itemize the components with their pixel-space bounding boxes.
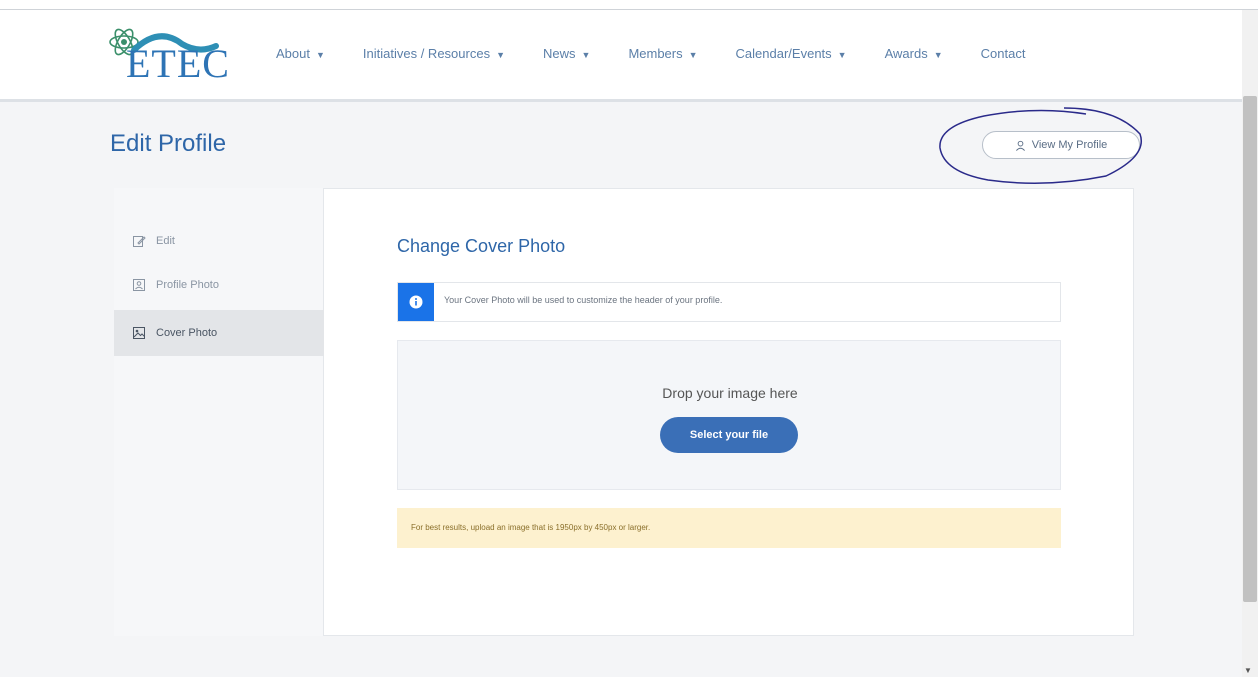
sidebar-item-edit[interactable]: Edit: [114, 218, 324, 264]
chevron-down-icon: ▼: [496, 50, 505, 60]
sidebar-item-label: Cover Photo: [156, 327, 218, 339]
nav-label: Awards: [884, 46, 928, 61]
site-header: ETEC About ▼ Initiatives / Resources ▼ New…: [0, 10, 1242, 102]
nav-label: Members: [628, 46, 683, 61]
page-title: Edit Profile: [110, 130, 227, 157]
sidebar-item-profile-photo[interactable]: Profile Photo: [114, 262, 324, 308]
main-nav: About ▼ Initiatives / Resources ▼ News ▼ Me…: [276, 46, 1025, 70]
nav-label: News: [543, 46, 576, 61]
view-my-profile-button[interactable]: View My Profile: [982, 131, 1140, 159]
warning-text: For best results, upload an image that i…: [411, 523, 651, 532]
select-file-button[interactable]: Select your file: [660, 417, 798, 453]
nav-item-awards[interactable]: Awards ▼: [885, 46, 943, 70]
scroll-down-arrow-icon[interactable]: ▼: [1244, 666, 1252, 675]
browser-top-edge: [0, 0, 1258, 10]
info-text: Your Cover Photo will be used to customi…: [444, 295, 723, 305]
user-icon: [1015, 140, 1025, 151]
nav-label: Calendar/Events: [735, 46, 832, 61]
image-dropzone[interactable]: Drop your image here Select your file: [397, 340, 1061, 490]
sidebar-item-cover-photo[interactable]: Cover Photo: [114, 310, 324, 356]
warning-alert: For best results, upload an image that i…: [397, 508, 1061, 548]
logo-text: ETEC: [126, 41, 230, 86]
nav-label: Contact: [980, 46, 1026, 61]
nav-item-calendar-events[interactable]: Calendar/Events ▼: [736, 46, 847, 70]
info-alert: Your Cover Photo will be used to customi…: [397, 282, 1061, 322]
sidebar-item-label: Profile Photo: [156, 279, 219, 291]
chevron-down-icon: ▼: [315, 50, 325, 60]
edit-icon: [133, 236, 146, 247]
chevron-down-icon: ▼: [581, 50, 591, 60]
nav-item-initiatives-resources[interactable]: Initiatives / Resources ▼: [363, 46, 505, 70]
section-title: Change Cover Photo: [397, 236, 566, 256]
nav-item-contact[interactable]: Contact: [981, 46, 1026, 70]
site-logo[interactable]: ETEC: [104, 24, 244, 88]
nav-item-members[interactable]: Members ▼: [628, 46, 697, 70]
drop-text: Drop your image here: [662, 385, 798, 401]
chevron-down-icon: ▼: [688, 50, 698, 60]
view-my-profile-label: View My Profile: [1031, 139, 1108, 151]
sidebar-item-label: Edit: [156, 235, 175, 247]
nav-item-about[interactable]: About ▼: [276, 46, 325, 70]
nav-label: Initiatives / Resources: [362, 46, 491, 61]
chevron-down-icon: ▼: [933, 50, 943, 60]
cover-photo-icon: [133, 327, 145, 339]
info-icon: [398, 283, 434, 321]
profile-sidebar: Edit Profile Photo Cover Photo: [114, 188, 324, 636]
nav-item-news[interactable]: News ▼: [543, 46, 590, 70]
nav-label: About: [276, 46, 310, 61]
profile-photo-icon: [133, 279, 145, 291]
scrollbar-thumb[interactable]: [1243, 96, 1257, 602]
chevron-down-icon: ▼: [837, 50, 847, 60]
